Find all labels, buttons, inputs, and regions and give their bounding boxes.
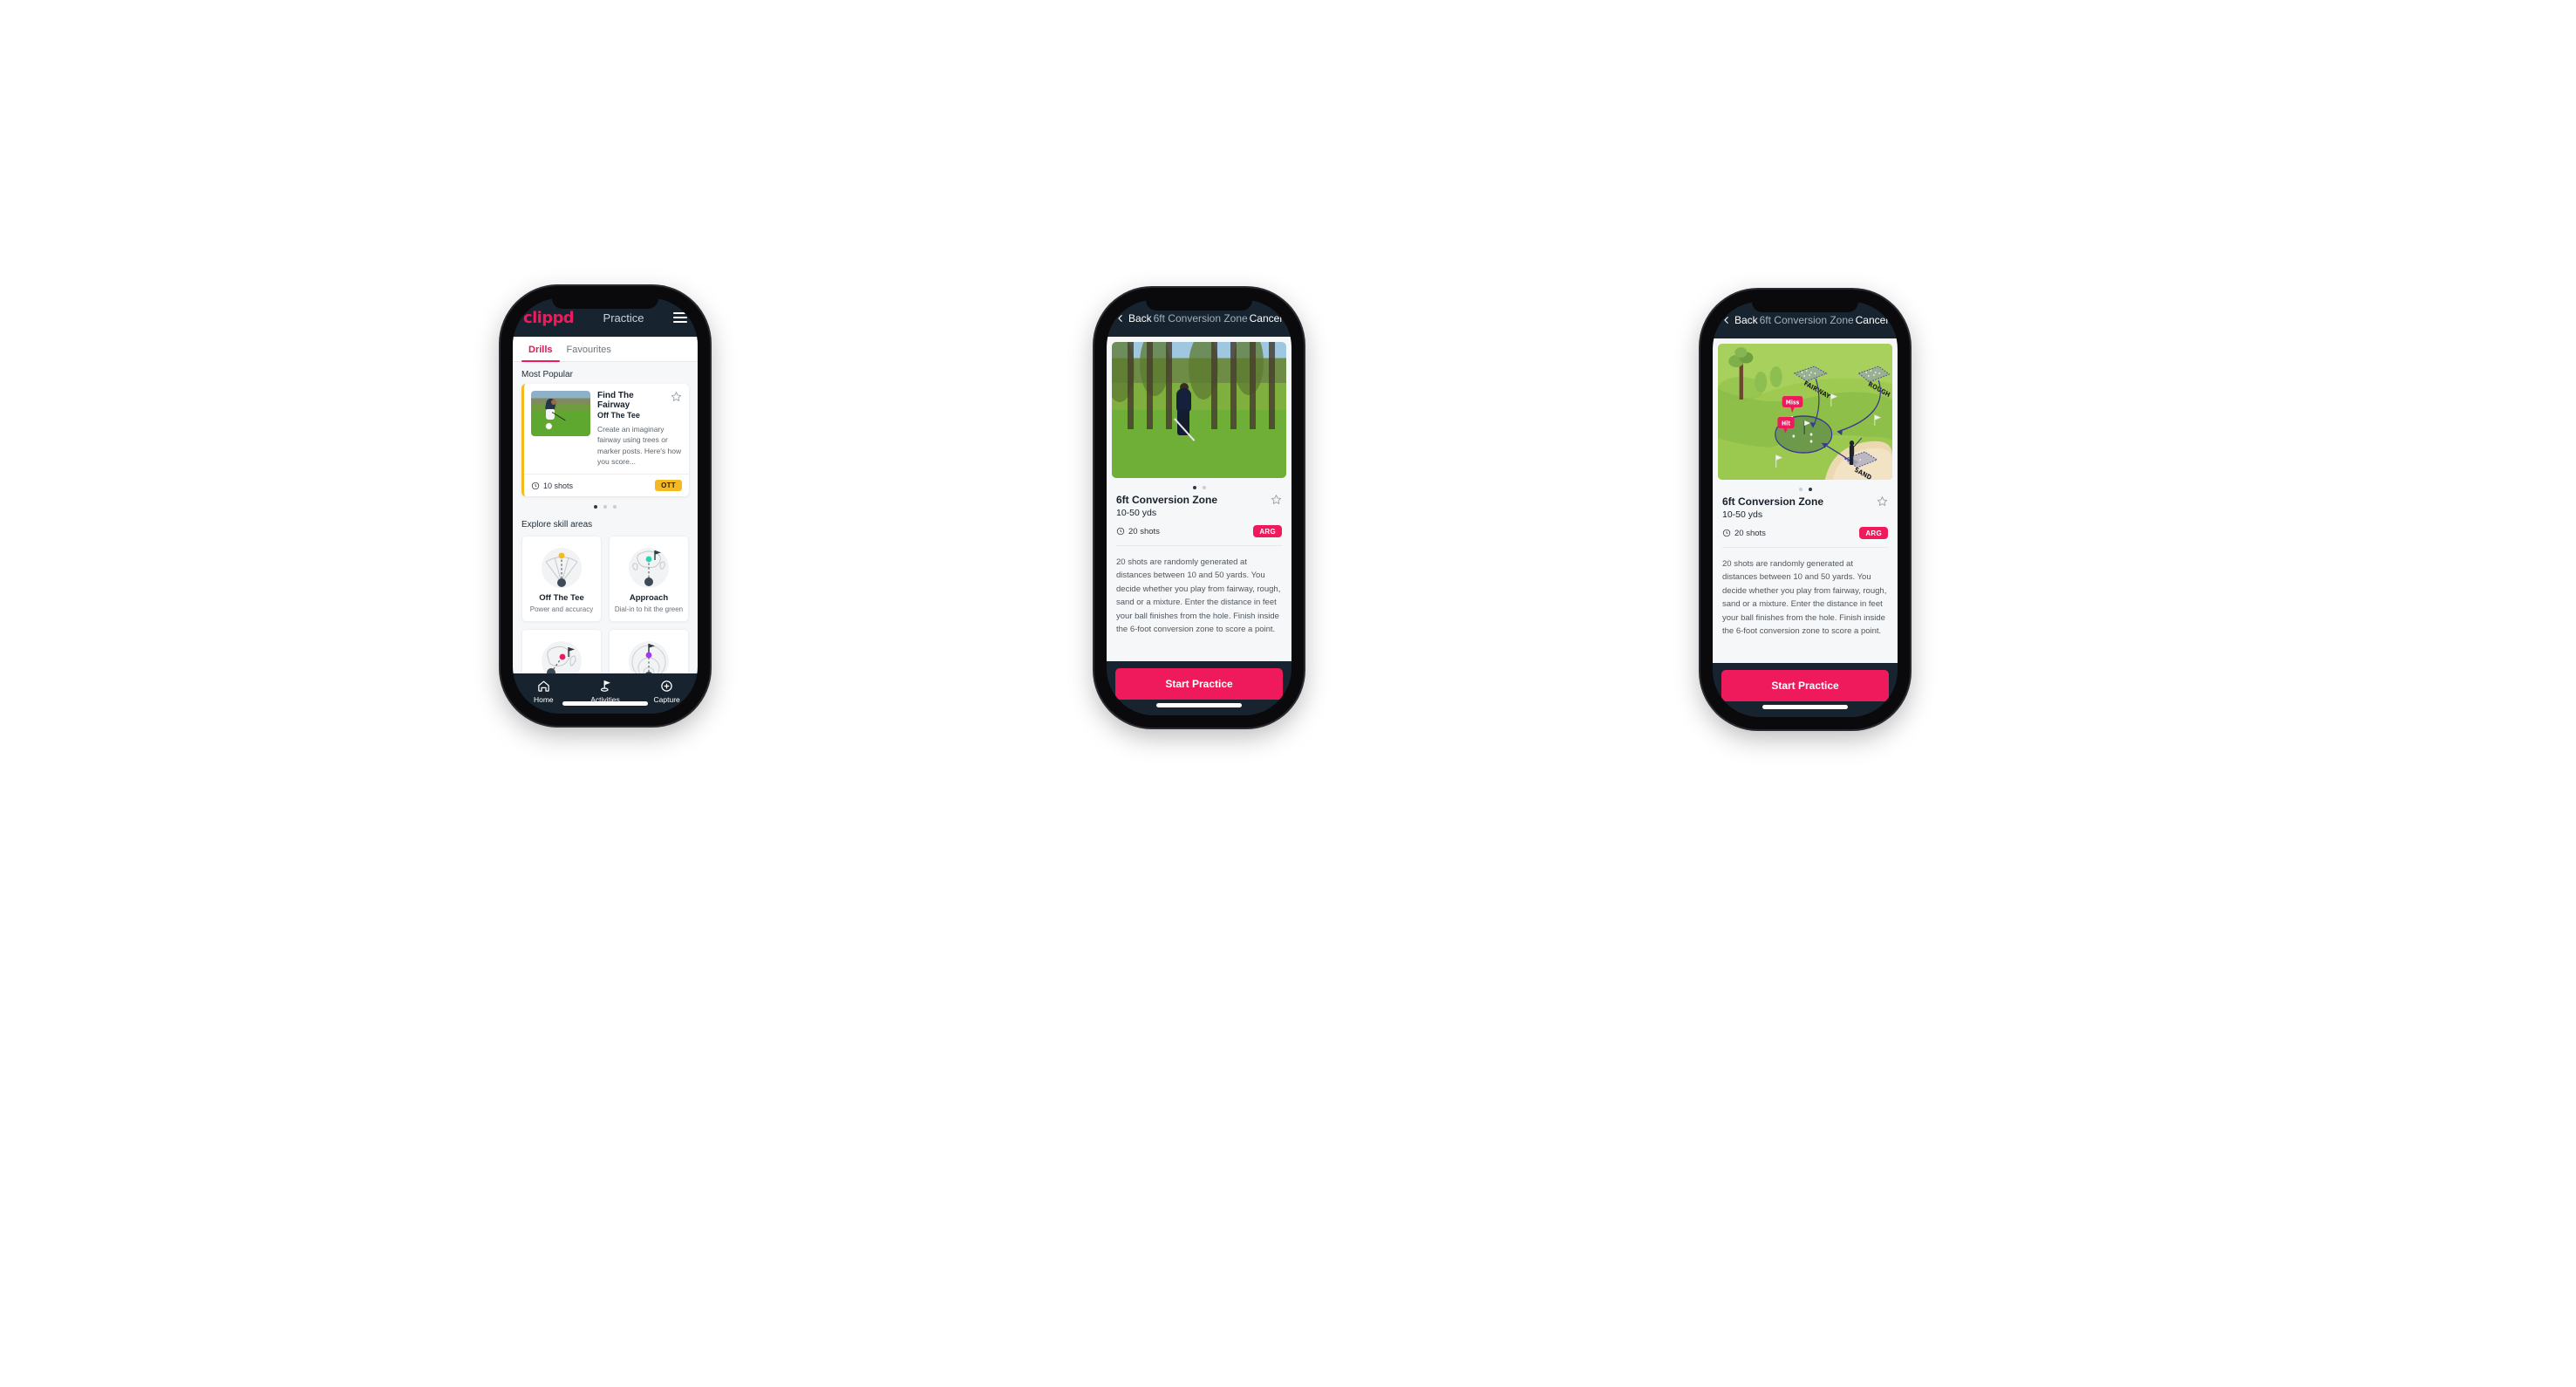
phone-notch: [1752, 302, 1858, 312]
drill-badge-ott: OTT: [655, 480, 682, 492]
nav-item-activities[interactable]: Activities: [575, 679, 637, 704]
home-indicator: [1762, 705, 1848, 709]
carousel-dot[interactable]: [613, 505, 617, 509]
tab-bar: Drills Favourites: [513, 337, 698, 362]
drill-badge-arg: ARG: [1253, 525, 1282, 537]
golf-course-diagram: FAIRWAY ROUGH SAND Miss Hit: [1718, 344, 1892, 480]
detail-title: 6ft Conversion Zone: [1759, 314, 1854, 326]
tab-drills[interactable]: Drills: [521, 337, 560, 362]
drill-shots-label: 10 shots: [543, 481, 574, 490]
drill-description: 20 shots are randomly generated at dista…: [1722, 559, 1887, 636]
section-title-skill-areas: Explore skill areas: [521, 520, 593, 530]
drill-media-diagram[interactable]: FAIRWAY ROUGH SAND Miss Hit: [1718, 344, 1892, 480]
chevron-left-icon: [1118, 315, 1122, 322]
drill-name: 6ft Conversion Zone: [1116, 494, 1218, 506]
phone-notch: [552, 298, 658, 309]
media-dot[interactable]: [1202, 486, 1206, 489]
clock-icon: [1722, 529, 1731, 537]
bottom-nav: Home Activities Capture: [513, 673, 698, 714]
back-button[interactable]: Back: [1116, 312, 1152, 325]
cancel-button[interactable]: Cancel: [1250, 312, 1282, 325]
drill-skill: Off The Tee: [597, 411, 640, 420]
media-dots[interactable]: [1713, 480, 1898, 495]
off-the-tee-icon: [527, 544, 596, 591]
drill-description: 20 shots are randomly generated at dista…: [1116, 557, 1281, 634]
start-practice-button[interactable]: Start Practice: [1721, 670, 1889, 701]
hamburger-icon[interactable]: [673, 312, 687, 323]
skill-desc: Dial-in to hit the green: [614, 605, 684, 614]
phone-notch: [1146, 300, 1252, 311]
skill-desc: Power and accuracy: [529, 605, 594, 614]
media-dot[interactable]: [1808, 488, 1812, 491]
phone-practice-list: clippd Practice Drills Favourites Most P…: [501, 286, 710, 726]
media-dot[interactable]: [1192, 486, 1196, 489]
tab-favourites[interactable]: Favourites: [560, 337, 618, 361]
phone-drill-detail-diagram: Back 6ft Conversion Zone Cancel FAIRWAY …: [1700, 290, 1910, 729]
star-outline-icon[interactable]: [671, 391, 682, 402]
detail-content: 6ft Conversion Zone 10-50 yds 20 shots A…: [1107, 337, 1291, 661]
drill-shots-label: 20 shots: [1128, 526, 1160, 536]
start-practice-button[interactable]: Start Practice: [1115, 668, 1283, 700]
chevron-left-icon: [1724, 317, 1728, 324]
drill-media-photo[interactable]: [1112, 342, 1286, 478]
back-button[interactable]: Back: [1722, 314, 1758, 326]
drill-name: 6ft Conversion Zone: [1722, 495, 1824, 508]
screenshot-stage: clippd Practice Drills Favourites Most P…: [0, 0, 2576, 1387]
media-dots[interactable]: [1107, 478, 1291, 494]
carousel-dot[interactable]: [594, 505, 597, 509]
drill-shots: 10 shots: [531, 482, 573, 490]
golf-flag-icon: [575, 679, 637, 694]
nav-item-capture[interactable]: Capture: [636, 679, 698, 704]
skill-card-approach[interactable]: Approach Dial-in to hit the green: [609, 536, 689, 623]
drill-distance: 10-50 yds: [1116, 508, 1157, 518]
around-the-green-icon: [527, 638, 596, 673]
drill-carousel[interactable]: Find The Fairway Off The Tee Create an i…: [513, 384, 698, 512]
nav-item-home[interactable]: Home: [513, 679, 575, 704]
plus-circle-icon: [636, 679, 698, 694]
star-outline-icon[interactable]: [1271, 494, 1282, 505]
clock-icon: [1116, 527, 1125, 536]
media-dot[interactable]: [1798, 488, 1803, 491]
practice-content: Drills Favourites Most Popular Find The …: [513, 337, 698, 673]
svg-text:Hit: Hit: [1782, 420, 1790, 427]
drill-thumbnail: [531, 391, 590, 436]
phone-drill-detail-photo: Back 6ft Conversion Zone Cancel 6ft Conv…: [1094, 288, 1304, 728]
cancel-button[interactable]: Cancel: [1856, 314, 1888, 326]
skill-name: Off The Tee: [539, 593, 584, 604]
drill-shots: 20 shots: [1116, 527, 1160, 536]
home-indicator: [1156, 703, 1242, 707]
svg-text:Miss: Miss: [1786, 399, 1800, 407]
skill-card-off-the-tee[interactable]: Off The Tee Power and accuracy: [521, 536, 602, 623]
drill-badge-arg: ARG: [1859, 527, 1888, 539]
drill-description: Create an imaginary fairway using trees …: [597, 425, 682, 466]
skill-name: Approach: [629, 593, 669, 604]
clock-icon: [531, 482, 540, 489]
approach-icon: [614, 544, 684, 591]
section-title-most-popular: Most Popular: [521, 370, 573, 379]
drill-distance: 10-50 yds: [1722, 509, 1763, 520]
drill-card[interactable]: Find The Fairway Off The Tee Create an i…: [521, 384, 689, 497]
drill-shots: 20 shots: [1722, 529, 1766, 538]
drill-shots-label: 20 shots: [1734, 528, 1766, 538]
detail-info: 6ft Conversion Zone 10-50 yds 20 shots A…: [1107, 494, 1291, 537]
back-label: Back: [1734, 314, 1758, 326]
carousel-dots[interactable]: [521, 496, 689, 512]
home-icon: [513, 679, 575, 694]
skill-card-putting[interactable]: Putting Make and lag practice: [609, 629, 689, 673]
star-outline-icon[interactable]: [1877, 495, 1888, 507]
detail-title: 6ft Conversion Zone: [1153, 312, 1248, 325]
drill-name: Find The Fairway: [597, 391, 634, 410]
clippd-logo[interactable]: clippd: [523, 309, 575, 327]
page-title: Practice: [603, 311, 644, 325]
putting-icon: [614, 638, 684, 673]
skill-areas-grid: Off The Tee Power and accuracy Approach …: [513, 534, 698, 673]
home-indicator: [562, 701, 648, 706]
back-label: Back: [1128, 312, 1152, 325]
skill-card-around-the-green[interactable]: Around The Green Hone your short game: [521, 629, 602, 673]
detail-info: 6ft Conversion Zone 10-50 yds 20 shots A…: [1713, 495, 1898, 539]
carousel-dot[interactable]: [603, 505, 607, 509]
detail-content: FAIRWAY ROUGH SAND Miss Hit 6ft Conversi…: [1713, 338, 1898, 663]
